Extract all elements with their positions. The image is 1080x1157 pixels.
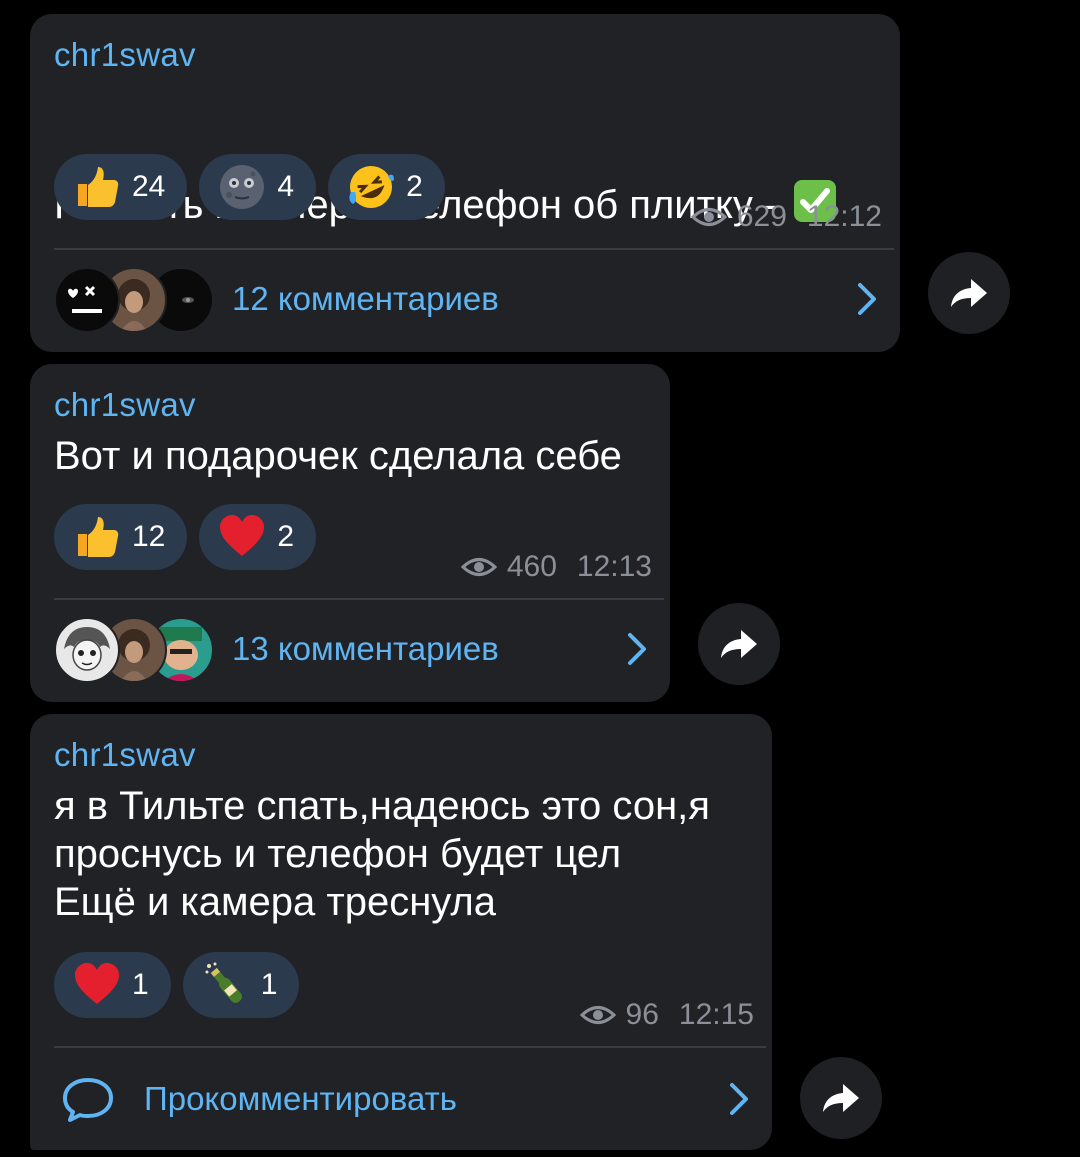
reaction-count: 2 <box>277 520 295 553</box>
chevron-right-icon <box>628 633 646 665</box>
comments-button[interactable]: 13 комментариев <box>54 614 652 684</box>
reaction-count: 4 <box>277 170 295 203</box>
red-heart-icon <box>220 515 265 556</box>
share-button[interactable] <box>928 252 1010 334</box>
reaction-count: 1 <box>132 968 149 1001</box>
reaction-rofl[interactable]: 2 <box>328 154 445 220</box>
views-eye-icon <box>460 558 497 576</box>
red-heart-icon <box>75 963 119 1004</box>
message-text: я в Тильте спать,надеюсь это сон,я просн… <box>54 784 710 924</box>
comment-bubble-icon <box>63 1078 113 1122</box>
message-bubble[interactable]: chr1swav я в Тильте спать,надеюсь это со… <box>30 714 772 1150</box>
views-count: 96 <box>625 998 659 1031</box>
reaction-thumbs-up[interactable]: 12 <box>54 504 188 570</box>
champagne-icon <box>205 962 242 1003</box>
divider <box>54 248 894 250</box>
reaction-thumbs-up[interactable]: 24 <box>54 154 188 220</box>
message-meta: 629 12:12 <box>690 200 882 234</box>
views-count: 460 <box>506 550 557 583</box>
comments-label: 12 комментариев <box>232 280 499 317</box>
leave-comment-button[interactable]: Прокомментировать <box>54 1064 754 1134</box>
share-arrow-icon <box>721 630 757 658</box>
comments-label: 13 комментариев <box>232 630 499 667</box>
rofl-icon <box>349 166 395 208</box>
message-meta: 460 12:13 <box>460 550 652 584</box>
reaction-new-moon-face[interactable]: 4 <box>199 154 317 220</box>
commenter-avatars <box>54 617 214 683</box>
chevron-right-icon <box>858 283 876 315</box>
share-arrow-icon <box>823 1084 859 1112</box>
check-mark-icon <box>792 130 838 222</box>
divider <box>54 1046 766 1048</box>
reaction-red-heart[interactable]: 1 <box>54 952 171 1018</box>
share-button[interactable] <box>800 1057 882 1139</box>
new-moon-face-icon <box>220 165 265 209</box>
reaction-red-heart[interactable]: 2 <box>199 504 317 570</box>
message-bubble[interactable]: chr1swav Разбить насмерть телефон об пли… <box>30 14 900 352</box>
avatar <box>54 617 120 683</box>
views-eye-icon <box>690 208 727 226</box>
channel-author[interactable]: chr1swav <box>54 736 196 774</box>
message-time: 12:15 <box>678 998 754 1031</box>
message-text: Вот и подарочек сделала себе <box>54 434 622 478</box>
channel-author[interactable]: chr1swav <box>54 386 196 424</box>
thumbs-up-icon <box>78 167 119 207</box>
message-bubble[interactable]: chr1swav Вот и подарочек сделала себе 12… <box>30 364 670 702</box>
reaction-count: 1 <box>260 968 278 1001</box>
message-time: 12:13 <box>576 550 652 583</box>
share-button[interactable] <box>698 603 780 685</box>
thumbs-up-icon <box>78 517 119 557</box>
message-time: 12:12 <box>806 200 882 233</box>
avatar <box>54 267 120 333</box>
share-arrow-icon <box>951 279 987 307</box>
views-count: 629 <box>736 200 787 233</box>
comments-label: Прокомментировать <box>144 1080 457 1117</box>
chevron-right-icon <box>730 1083 748 1115</box>
divider <box>54 598 664 600</box>
reaction-count: 2 <box>406 170 423 203</box>
message-meta: 96 12:15 <box>579 998 754 1032</box>
reaction-count: 12 <box>132 520 166 553</box>
reaction-count: 24 <box>132 170 166 203</box>
channel-author[interactable]: chr1swav <box>54 36 196 74</box>
commenter-avatars <box>54 267 214 333</box>
views-eye-icon <box>579 1006 616 1024</box>
comments-button[interactable]: 12 комментариев <box>54 264 882 334</box>
reaction-champagne[interactable]: 1 <box>182 952 300 1018</box>
